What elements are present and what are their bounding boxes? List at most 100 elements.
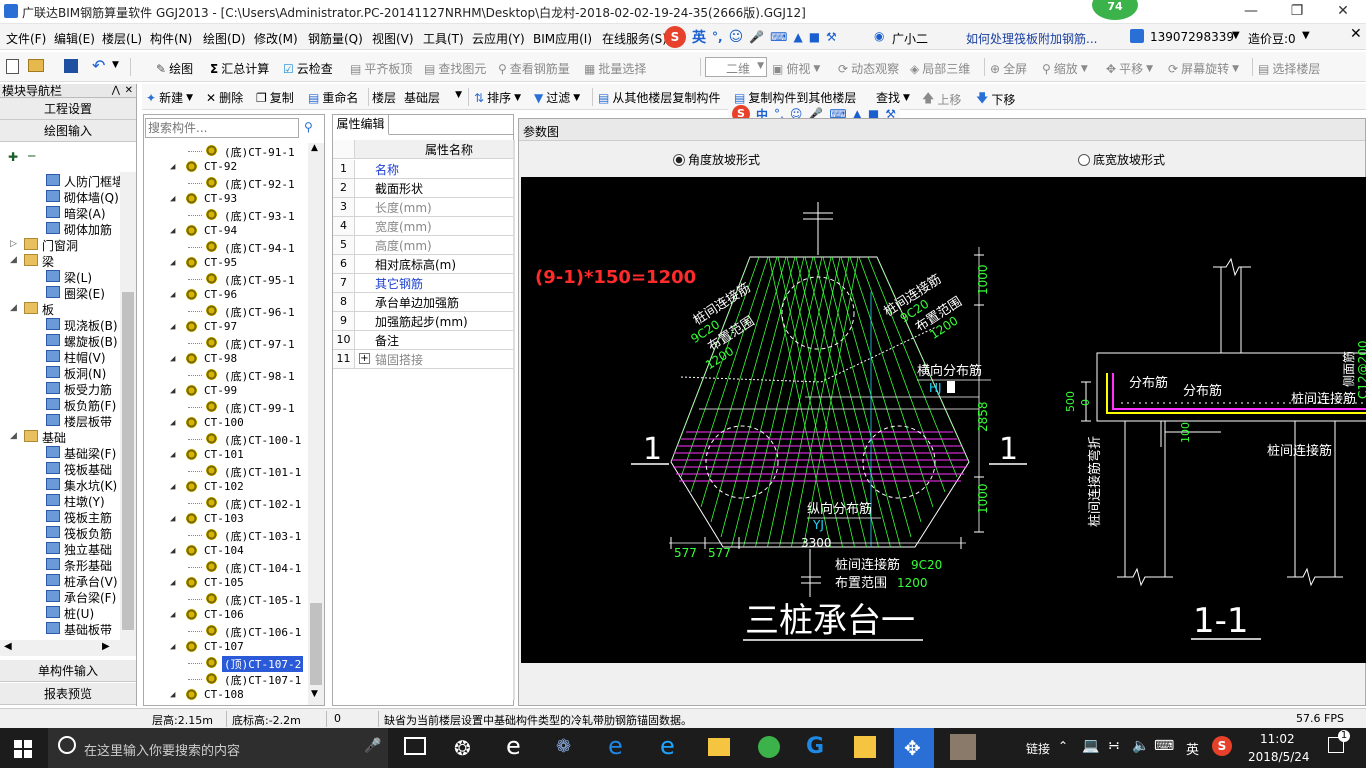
component-group-item[interactable]: ◢ CT-102 <box>144 479 308 495</box>
collapse-arrow-icon[interactable]: ◢ <box>170 610 175 620</box>
menu-component[interactable]: 构件(N) <box>150 30 192 47</box>
open-folder-icon[interactable] <box>28 59 44 72</box>
task-view-icon[interactable] <box>404 737 426 755</box>
component-group-item[interactable]: ◢ CT-97 <box>144 319 308 335</box>
xiaoer-icon[interactable]: ◉ <box>874 29 884 43</box>
tray-volume-icon[interactable]: 🔈 <box>1132 738 1149 754</box>
sort-button[interactable]: ⇅ 排序 ▼ <box>474 89 521 106</box>
collapse-arrow-icon[interactable]: ◢ <box>170 482 175 492</box>
collapse-arrow-icon[interactable]: ◢ <box>170 546 175 556</box>
component-group-item[interactable]: ◢ CT-93 <box>144 191 308 207</box>
property-row[interactable]: 4 宽度(mm) <box>333 217 513 236</box>
flush-slab-button[interactable]: ▤ 平齐板顶 <box>350 60 412 77</box>
taskbar-mic-icon[interactable]: 🎤 <box>364 738 381 754</box>
app-notes-icon[interactable] <box>854 736 876 758</box>
zoom-button[interactable]: ⚲ 缩放 ▼ <box>1042 60 1088 77</box>
report-preview-button[interactable]: 报表预览 <box>0 683 136 705</box>
component-child-item[interactable]: (底)CT-107-1 <box>144 671 308 687</box>
copy-from-floor-button[interactable]: ▤ 从其他楼层复制构件 <box>598 89 720 106</box>
component-child-item[interactable]: (底)CT-99-1 <box>144 399 308 415</box>
active-app-tile[interactable]: ✥ <box>894 728 934 768</box>
menu-edit[interactable]: 编辑(E) <box>54 30 95 47</box>
component-scrollbar[interactable]: ▲ ▼ <box>308 143 324 705</box>
collapse-arrow-icon[interactable]: ◢ <box>170 578 175 588</box>
skin-icon[interactable]: ▲ <box>793 30 802 44</box>
delete-button[interactable]: ✕ 删除 <box>206 89 243 106</box>
view-rebar-button[interactable]: ⚲ 查看钢筋量 <box>498 60 570 77</box>
copy-button[interactable]: ❐ 复制 <box>256 89 294 106</box>
property-row[interactable]: 6 相对底标高(m) <box>333 255 513 274</box>
component-group-item[interactable]: ◢ CT-101 <box>144 447 308 463</box>
floor-select[interactable]: 基础层 ▼ <box>402 87 464 106</box>
minimize-button[interactable]: — <box>1228 0 1274 24</box>
collapse-arrow-icon[interactable]: ◢ <box>10 431 17 441</box>
move-up-button[interactable]: 🡅 上移 <box>922 89 961 110</box>
edge-legacy-icon[interactable]: e <box>506 732 521 760</box>
collapse-arrow-icon[interactable]: ◢ <box>170 194 175 204</box>
tray-keyboard-icon[interactable]: ⌨ <box>1154 738 1174 754</box>
punctuation-icon[interactable]: °, <box>712 30 723 44</box>
component-child-item[interactable]: (底)CT-98-1 <box>144 367 308 383</box>
collapse-arrow-icon[interactable]: ◢ <box>10 255 17 265</box>
phone-number[interactable]: 13907298339 <box>1150 30 1234 44</box>
app-g-icon[interactable]: G <box>806 734 824 759</box>
sogou-logo-icon[interactable]: S <box>664 26 686 48</box>
app-green-icon[interactable] <box>758 736 780 758</box>
ime-lang[interactable]: 英 <box>692 27 706 47</box>
component-child-item[interactable]: (顶)CT-107-2 <box>144 655 308 672</box>
new-file-icon[interactable] <box>6 59 19 74</box>
ie-icon[interactable]: e <box>660 732 675 760</box>
select-floor-button[interactable]: ▤ 选择楼层 <box>1258 60 1320 77</box>
rotate-button[interactable]: ⟳ 屏幕旋转 ▼ <box>1168 60 1239 77</box>
fan-app-icon[interactable]: ❂ <box>454 736 471 760</box>
component-child-item[interactable]: (底)CT-91-1 <box>144 143 308 159</box>
tray-ime-label[interactable]: 英 <box>1186 739 1199 758</box>
component-child-item[interactable]: (底)CT-103-1 <box>144 527 308 543</box>
component-child-item[interactable]: (底)CT-93-1 <box>144 207 308 223</box>
mic-icon[interactable]: 🎤 <box>749 30 764 44</box>
undo-dropdown-icon[interactable]: ▼ <box>112 60 119 70</box>
collapse-arrow-icon[interactable]: ◢ <box>170 322 175 332</box>
component-group-item[interactable]: ◢ CT-108 <box>144 687 308 703</box>
component-group-item[interactable]: ◢ CT-92 <box>144 159 308 175</box>
menu-draw[interactable]: 绘图(D) <box>203 30 246 47</box>
component-group-item[interactable]: ◢ CT-99 <box>144 383 308 399</box>
collapse-arrow-icon[interactable]: ◢ <box>170 386 175 396</box>
component-group-item[interactable]: ◢ CT-100 <box>144 415 308 431</box>
property-row[interactable]: 3 长度(mm) <box>333 198 513 217</box>
filter-button[interactable]: ▼ 过滤 ▼ <box>534 89 580 106</box>
nav-scroll-thumb[interactable] <box>122 292 134 630</box>
menu-tools[interactable]: 工具(T) <box>423 30 464 47</box>
component-group-item[interactable]: ◢ CT-98 <box>144 351 308 367</box>
menu-view[interactable]: 视图(V) <box>372 30 414 47</box>
component-group-item[interactable]: ◢ CT-107 <box>144 639 308 655</box>
batch-select-button[interactable]: ▦ 批量选择 <box>584 60 646 77</box>
project-settings-button[interactable]: 工程设置 <box>0 98 136 120</box>
close-button[interactable]: ✕ <box>1320 0 1366 24</box>
rename-button[interactable]: ▤ 重命名 <box>308 89 358 106</box>
property-row[interactable]: 7 其它钢筋 <box>333 274 513 293</box>
property-row[interactable]: 8 承台单边加强筋 <box>333 293 513 312</box>
view-mode-select[interactable]: 二维 ▼ <box>705 57 767 77</box>
mdi-close-icon[interactable]: ✕ <box>1350 26 1362 42</box>
property-row[interactable]: 10 备注 <box>333 331 513 350</box>
component-child-item[interactable]: (底)CT-97-1 <box>144 335 308 351</box>
price-dropdown-icon[interactable]: ▼ <box>1302 30 1310 41</box>
tray-sogou-icon[interactable]: S <box>1212 736 1232 756</box>
component-child-item[interactable]: (底)CT-92-1 <box>144 175 308 191</box>
property-row[interactable]: 11 + 锚固搭接 <box>333 350 513 369</box>
pin-icon[interactable]: ⋀ <box>112 84 120 98</box>
shirt-icon[interactable]: ■ <box>809 30 820 44</box>
notification-badge[interactable]: 74 <box>1092 0 1138 20</box>
edge-icon[interactable]: e <box>608 732 623 760</box>
collapse-arrow-icon[interactable]: ◢ <box>170 690 175 700</box>
collapse-arrow-icon[interactable]: ◢ <box>170 642 175 652</box>
menu-file[interactable]: 文件(F) <box>6 30 46 47</box>
property-row[interactable]: 1 名称 <box>333 160 513 179</box>
collapse-all-icon[interactable]: ─ <box>28 149 35 163</box>
sum-button[interactable]: Σ 汇总计算 <box>210 60 269 77</box>
component-child-item[interactable]: (底)CT-95-1 <box>144 271 308 287</box>
collapse-arrow-icon[interactable]: ◢ <box>170 354 175 364</box>
windows-start-icon[interactable] <box>14 740 32 758</box>
collapse-arrow-icon[interactable]: ◢ <box>170 450 175 460</box>
